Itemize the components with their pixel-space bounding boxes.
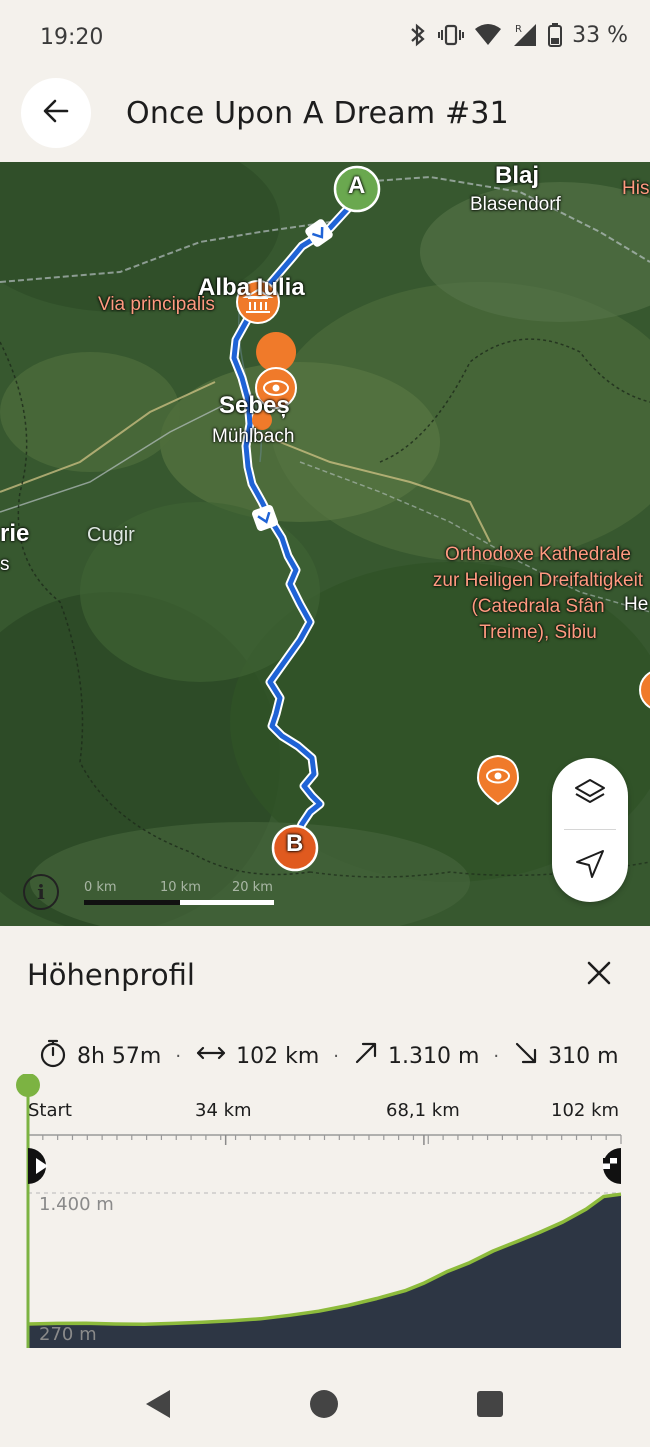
cathedral-line-4: Treime), Sibiu — [479, 622, 597, 643]
descent-value: 310 m — [548, 1043, 619, 1069]
arrow-left-icon — [42, 97, 70, 129]
close-button[interactable] — [578, 954, 620, 996]
map-label-cugir: Cugir — [87, 524, 135, 546]
map-label-his: His — [622, 178, 650, 199]
x-tick-102km: 102 km — [551, 1100, 620, 1121]
svg-text:R: R — [515, 24, 522, 35]
back-triangle-icon — [143, 1388, 173, 1424]
wifi-icon — [474, 23, 502, 47]
info-icon: i — [37, 880, 45, 904]
vibrate-icon — [438, 22, 465, 48]
map-label-rie: rie — [0, 520, 30, 547]
scale-label-10: 10 km — [160, 880, 201, 895]
page-title: Once Upon A Dream #31 — [126, 96, 509, 131]
layers-icon — [573, 777, 607, 811]
descent-arrow-icon — [513, 1040, 539, 1072]
system-nav-bar — [0, 1366, 650, 1447]
elevation-chart[interactable]: Start 34 km 68,1 km 102 km 1.400 m 270 m — [0, 1074, 650, 1354]
map-controls — [552, 758, 628, 902]
ascent-arrow-icon — [353, 1040, 379, 1072]
map-view[interactable]: A B Blaj Blasendorf His Alba Iulia Via p… — [0, 162, 650, 926]
x-tick-34km: 34 km — [195, 1100, 252, 1121]
elevation-title: Höhenprofil — [27, 958, 195, 992]
battery-icon — [548, 23, 563, 47]
map-label-blaj: Blaj — [495, 162, 540, 189]
home-circle-icon — [308, 1388, 340, 1424]
separator-dot: · — [175, 1045, 182, 1067]
stat-ascent: 1.310 m — [353, 1040, 479, 1072]
back-button[interactable] — [21, 78, 91, 148]
map-label-via-principalis: Via principalis — [98, 294, 215, 315]
map-label-cathedral: Orthodoxe Kathedrale zur Heiligen Dreifa… — [418, 542, 650, 646]
x-tick-start: Start — [28, 1100, 72, 1121]
locate-button[interactable] — [552, 830, 628, 902]
recents-square-icon — [476, 1390, 504, 1422]
position-marker-dot — [16, 1074, 40, 1097]
elevation-panel: Höhenprofil 8h 57m · 102 km · 1.310 m · — [0, 926, 650, 1366]
nav-back-button[interactable] — [138, 1386, 178, 1426]
cathedral-line-2: zur Heiligen Dreifaltigkeit — [432, 570, 644, 591]
locate-icon — [574, 848, 606, 884]
map-label-blasendorf: Blasendorf — [470, 194, 561, 215]
checkered-square — [610, 1163, 617, 1169]
header: Once Upon A Dream #31 — [0, 78, 650, 162]
nav-recents-button[interactable] — [470, 1386, 510, 1426]
map-info-button[interactable]: i — [23, 874, 59, 910]
cathedral-line-1: Orthodoxe Kathedrale — [445, 544, 631, 565]
nav-home-button[interactable] — [304, 1386, 344, 1426]
distance-value: 102 km — [236, 1043, 320, 1069]
bluetooth-icon — [408, 22, 428, 48]
map-scale: 0 km 10 km 20 km — [84, 876, 276, 906]
scale-bar-segment — [84, 900, 180, 905]
y-label-max: 1.400 m — [39, 1194, 114, 1215]
signal-roaming-icon: R — [512, 22, 538, 48]
close-icon — [586, 960, 612, 990]
scale-label-0: 0 km — [84, 880, 117, 895]
route-stats: 8h 57m · 102 km · 1.310 m · 310 m — [38, 1038, 619, 1074]
stat-duration: 8h 57m — [38, 1038, 161, 1074]
status-bar: 19:20 R 33 % — [0, 0, 650, 78]
separator-dot: · — [493, 1045, 500, 1067]
ascent-value: 1.310 m — [387, 1043, 480, 1069]
map-label-muhlbach: Mühlbach — [212, 426, 295, 447]
map-label-sebes: Sebeș — [219, 392, 290, 419]
x-tick-68km: 68,1 km — [386, 1100, 460, 1121]
map-label-he: He — [624, 594, 649, 615]
checkered-square — [603, 1158, 610, 1164]
map-label-end: B — [286, 830, 304, 857]
cathedral-line-3: (Catedrala Sfân — [471, 596, 605, 617]
status-icons: R 33 % — [408, 22, 628, 48]
layers-button[interactable] — [552, 758, 628, 830]
duration-value: 8h 57m — [77, 1043, 162, 1069]
distance-arrows-icon — [195, 1043, 227, 1069]
battery-percentage: 33 % — [572, 22, 628, 48]
stat-distance: 102 km — [195, 1043, 319, 1069]
stopwatch-icon — [38, 1038, 68, 1074]
y-label-min: 270 m — [39, 1324, 97, 1345]
scale-bar-segment — [180, 900, 274, 905]
map-label-s: s — [0, 554, 10, 575]
separator-dot: · — [333, 1045, 339, 1067]
status-time: 19:20 — [40, 25, 104, 50]
map-label-start: A — [348, 172, 366, 199]
stat-descent: 310 m — [513, 1040, 619, 1072]
scale-label-20: 20 km — [232, 880, 273, 895]
